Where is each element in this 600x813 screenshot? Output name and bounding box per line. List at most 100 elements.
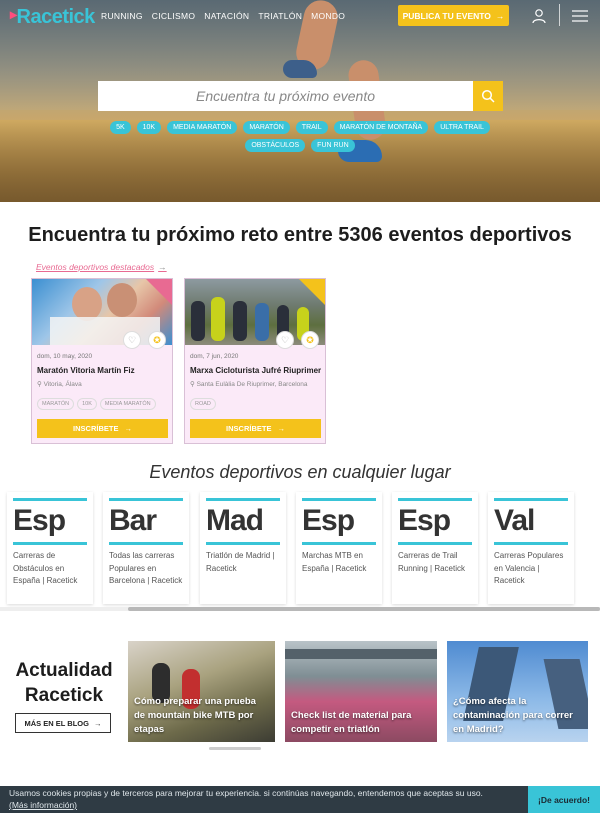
city-description: Carreras Populares en Valencia | Racetic…	[494, 551, 564, 585]
card-accent-bar	[109, 498, 183, 501]
city-description: Todas las carreras Populares en Barcelon…	[109, 551, 183, 585]
tag-trail[interactable]: TRAIL	[295, 121, 328, 134]
tag-maraton[interactable]: MARATÓN	[243, 121, 290, 134]
event-card[interactable]: ♡ ✪ dom, 10 may, 2020 Maratón Vitoria Ma…	[31, 278, 173, 444]
city-abbr: Val	[494, 504, 535, 537]
tag-5k[interactable]: 5K	[110, 121, 131, 134]
search-icon	[481, 89, 495, 103]
location-pin-icon: ⚲	[190, 381, 197, 388]
city-description: Triatlón de Madrid | Racetick	[206, 551, 275, 573]
distance-tags: 5K 10K MEDIA MARATÓN MARATÓN TRAIL MARAT…	[0, 121, 600, 152]
nav-item-ciclismo[interactable]: CICLISMO	[152, 11, 196, 21]
favorite-icon[interactable]: ♡	[276, 331, 294, 349]
event-date: dom, 10 may, 2020	[37, 353, 93, 360]
city-card[interactable]: Mad Triatlón de Madrid | Racetick	[200, 492, 286, 604]
tag-obstaculos[interactable]: OBSTÁCULOS	[245, 139, 306, 152]
news-card[interactable]: Cómo preparar una prueba de mountain bik…	[128, 641, 275, 742]
scrollbar-thumb[interactable]	[128, 607, 600, 611]
medal-icon[interactable]: ✪	[148, 331, 166, 349]
city-card[interactable]: Val Carreras Populares en Valencia | Rac…	[488, 492, 574, 604]
tag-10k[interactable]: 10K	[136, 121, 162, 134]
card-accent-bar	[302, 542, 376, 545]
city-description: Carreras de Obstáculos en España | Racet…	[13, 551, 78, 585]
event-tag: MEDIA MARATÓN	[99, 398, 156, 410]
cookie-banner: Usamos cookies propias y de terceros par…	[0, 786, 600, 813]
nav-item-natacion[interactable]: NATACIÓN	[204, 11, 249, 21]
cookie-text: Usamos cookies propias y de terceros par…	[9, 788, 483, 798]
more-blog-label: MÁS EN EL BLOG	[24, 718, 89, 728]
city-description: Carreras de Trail Running | Racetick	[398, 551, 465, 573]
card-accent-bar	[109, 542, 183, 545]
hamburger-menu-icon[interactable]	[572, 10, 588, 22]
register-label: INSCRÍBETE	[226, 424, 272, 433]
event-card[interactable]: ♡ ✪ dom, 7 jun, 2020 Marxa Cicloturista …	[184, 278, 326, 444]
logo[interactable]: ▸Racetick	[10, 6, 95, 29]
featured-events-link[interactable]: Eventos deportivos destacados →	[36, 262, 167, 272]
event-date: dom, 7 jun, 2020	[190, 353, 239, 360]
event-tags: MARATÓN 10K MEDIA MARATÓN	[37, 398, 156, 410]
city-abbr: Esp	[302, 504, 355, 537]
publish-event-button[interactable]: PUBLICA TU EVENTO →	[398, 5, 509, 26]
card-accent-bar	[206, 498, 280, 501]
city-abbr: Bar	[109, 504, 157, 537]
news-image	[285, 649, 437, 659]
tag-ultra-trail[interactable]: ULTRA TRAIL	[434, 121, 490, 134]
nav-item-running[interactable]: RUNNING	[101, 11, 143, 21]
nav-item-mondo[interactable]: MONDO	[311, 11, 345, 21]
arrow-right-icon: →	[158, 262, 167, 272]
medal-icon[interactable]: ✪	[301, 331, 319, 349]
news-section-title: Actualidad Racetick	[0, 658, 128, 708]
city-card[interactable]: Bar Todas las carreras Populares en Barc…	[103, 492, 189, 604]
hero-banner: ▸Racetick RUNNING CICLISMO NATACIÓN TRIA…	[0, 0, 600, 202]
news-title: Cómo preparar una prueba de mountain bik…	[134, 696, 256, 735]
news-title: Check list de material para competir en …	[291, 710, 412, 735]
page-title: Encuentra tu próximo reto entre 5306 eve…	[28, 224, 572, 246]
news-scrollbar[interactable]	[209, 747, 261, 750]
search-button[interactable]	[473, 81, 503, 111]
card-accent-bar	[494, 542, 568, 545]
search-input[interactable]: Encuentra tu próximo evento	[98, 81, 473, 111]
user-icon[interactable]	[531, 8, 547, 24]
news-title: ¿Cómo afecta la contaminación para corre…	[453, 696, 573, 735]
top-navigation: ▸Racetick RUNNING CICLISMO NATACIÓN TRIA…	[0, 0, 600, 32]
event-tags: ROAD	[190, 398, 216, 410]
search-placeholder: Encuentra tu próximo evento	[196, 88, 375, 104]
menu-divider	[559, 4, 560, 26]
city-card[interactable]: Esp Marchas MTB en España | Racetick	[296, 492, 382, 604]
event-location: ⚲ Santa Eulàlia De Riuprimer, Barcelona	[190, 381, 308, 388]
city-card[interactable]: Esp Carreras de Obstáculos en España | R…	[7, 492, 93, 604]
event-title[interactable]: Maratón Vitoria Martín Fiz	[37, 366, 135, 375]
register-button[interactable]: INSCRÍBETE →	[190, 419, 321, 438]
city-card[interactable]: Esp Carreras de Trail Running | Racetick	[392, 492, 478, 604]
nav-item-triatlon[interactable]: TRIATLÓN	[258, 11, 302, 21]
cookie-more-info-link[interactable]: (Más información)	[9, 800, 77, 810]
news-card[interactable]: ¿Cómo afecta la contaminación para corre…	[447, 641, 588, 742]
event-tag: 10K	[77, 398, 97, 410]
tag-media-maraton[interactable]: MEDIA MARATÓN	[167, 121, 238, 134]
card-accent-bar	[398, 498, 472, 501]
location-pin-icon: ⚲	[37, 381, 44, 388]
register-label: INSCRÍBETE	[73, 424, 119, 433]
more-blog-button[interactable]: MÁS EN EL BLOG →	[15, 713, 111, 733]
card-accent-bar	[13, 498, 87, 501]
cookie-accept-button[interactable]: ¡De acuerdo!	[528, 786, 600, 813]
tag-maraton-montana[interactable]: MARATÓN DE MONTAÑA	[333, 121, 429, 134]
city-scrollbar[interactable]	[0, 607, 600, 611]
tag-fun-run[interactable]: FUN RUN	[311, 139, 355, 152]
register-button[interactable]: INSCRÍBETE →	[37, 419, 168, 438]
runner-shoe	[283, 60, 317, 78]
card-accent-bar	[206, 542, 280, 545]
publish-event-label: PUBLICA TU EVENTO	[402, 10, 491, 21]
event-tag: MARATÓN	[37, 398, 75, 410]
arrow-right-icon: →	[495, 10, 505, 21]
event-title[interactable]: Marxa Cicloturista Jufré Riuprimer	[190, 366, 321, 375]
event-tag: ROAD	[190, 398, 216, 410]
arrow-right-icon: →	[124, 424, 132, 433]
card-accent-bar	[494, 498, 568, 501]
news-title-line: Actualidad	[15, 660, 113, 681]
featured-ribbon	[146, 279, 172, 305]
favorite-icon[interactable]: ♡	[123, 331, 141, 349]
news-card[interactable]: Check list de material para competir en …	[285, 641, 437, 742]
featured-events-label: Eventos deportivos destacados	[36, 262, 155, 272]
city-abbr: Esp	[13, 504, 66, 537]
